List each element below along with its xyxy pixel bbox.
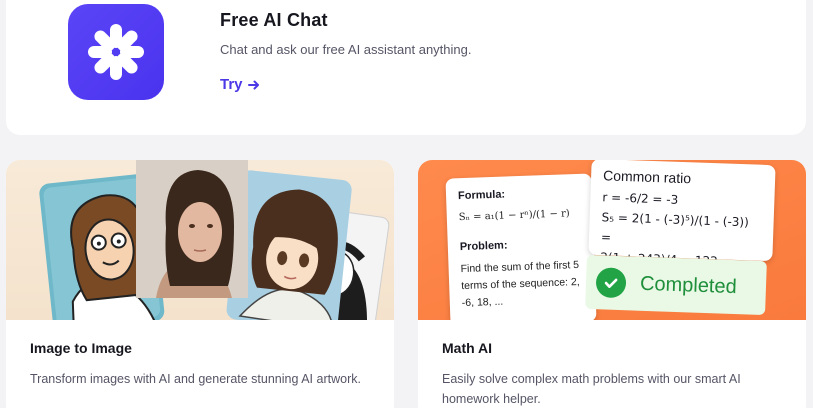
formula-text: Sₙ = a₁(1 − rⁿ)/(1 − r) xyxy=(458,208,570,224)
sparkle-asterisk-icon xyxy=(68,4,164,100)
completed-badge: Completed xyxy=(585,254,767,316)
try-label: Try xyxy=(220,76,243,93)
card-title: Free AI Chat xyxy=(220,10,328,30)
card-title: Image to Image xyxy=(30,340,132,356)
checkmark-icon xyxy=(595,267,627,299)
free-ai-chat-card[interactable]: Free AI Chat Chat and ask our free AI as… xyxy=(6,0,806,135)
card-description: Transform images with AI and generate st… xyxy=(30,372,361,386)
image-to-image-card[interactable]: Image to Image Transform images with AI … xyxy=(6,160,394,408)
arrow-right-icon xyxy=(247,80,259,89)
card-description: Easily solve complex math problems with … xyxy=(442,372,741,406)
math-solution-illustration: Formula: Sₙ = a₁(1 − rⁿ)/(1 − r) Problem… xyxy=(418,160,806,320)
math-ai-card[interactable]: Formula: Sₙ = a₁(1 − rⁿ)/(1 − r) Problem… xyxy=(418,160,806,408)
problem-text: Find the sum of the first 5 terms of the… xyxy=(460,258,580,310)
status-label: Completed xyxy=(639,272,738,298)
card-description: Chat and ask our free AI assistant anyth… xyxy=(220,42,472,57)
problem-note: Formula: Sₙ = a₁(1 − rⁿ)/(1 − r) Problem… xyxy=(445,173,597,320)
portrait-style-variations-illustration xyxy=(6,160,394,320)
try-link[interactable]: Try xyxy=(220,76,261,93)
ratio-title: Common ratio xyxy=(602,167,692,187)
problem-label: Problem: xyxy=(459,239,508,254)
card-title: Math AI xyxy=(442,340,493,356)
solution-note: Common ratio r = -6/2 = -3 S₅ = 2(1 - (-… xyxy=(588,160,776,268)
ratio-line: S₅ = 2(1 - (-3)⁵)/(1 - (-3)) = xyxy=(600,210,750,245)
formula-label: Formula: xyxy=(457,188,506,203)
